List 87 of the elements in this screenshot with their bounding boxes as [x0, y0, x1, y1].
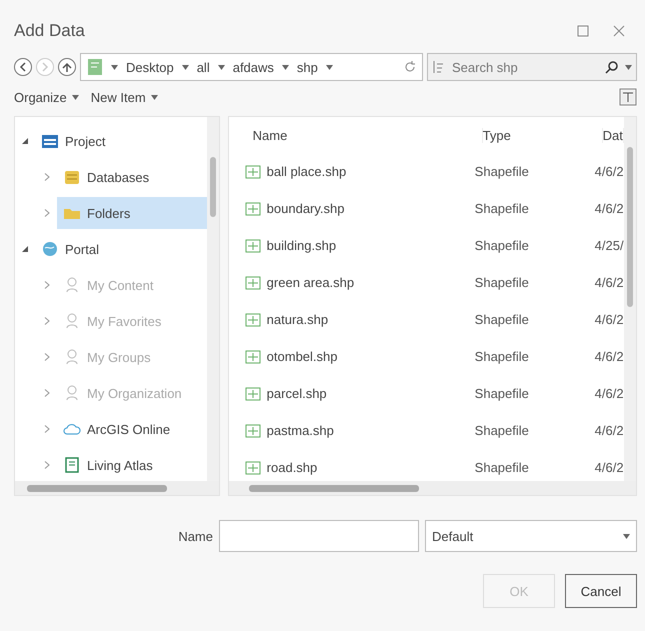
dialog-button[interactable]: Cancel: [565, 574, 637, 608]
book-icon: [63, 456, 81, 474]
column-header[interactable]: Name: [252, 128, 483, 142]
caret-icon[interactable]: [182, 64, 189, 70]
search-bar[interactable]: Search shp: [427, 53, 637, 81]
shapefile-icon: [244, 386, 261, 402]
caret-icon[interactable]: [282, 64, 289, 70]
shapefile-icon: [244, 200, 261, 216]
sort-icon: [432, 60, 444, 74]
caret-icon[interactable]: [111, 64, 118, 70]
caret-icon[interactable]: [72, 94, 79, 100]
table-cell-text: Shapefile: [474, 349, 530, 364]
table-cell: 4/6/2: [594, 312, 624, 327]
caret-icon[interactable]: [150, 94, 158, 100]
table-cell-text: Shapefile: [474, 275, 530, 290]
scrollbar[interactable]: [206, 117, 219, 481]
database-icon: [63, 168, 81, 186]
search-icon[interactable]: [605, 60, 619, 74]
maximize-icon: [577, 25, 589, 37]
file-name[interactable]: road.shp: [244, 460, 475, 476]
table-cell: 4/6/2: [594, 275, 624, 290]
shapefile-icon: [244, 460, 261, 476]
scrollbar[interactable]: [624, 117, 636, 481]
shapefile-icon: [244, 312, 261, 328]
caret-icon[interactable]: [623, 534, 630, 538]
toolbar-menu[interactable]: Organize: [14, 90, 79, 104]
toolbar-menu[interactable]: New Item: [90, 90, 158, 104]
globe-icon: [41, 240, 59, 258]
path-segment[interactable]: afdaws: [232, 60, 274, 74]
table-cell-text: Shapefile: [474, 238, 530, 253]
file-name[interactable]: building.shp: [244, 238, 475, 254]
project-icon: [41, 132, 59, 150]
tree-item[interactable]: ArcGIS Online: [57, 413, 207, 445]
name-field[interactable]: [219, 520, 419, 552]
shapefile-icon: [244, 238, 261, 254]
shapefile-icon: [244, 164, 261, 180]
computer-icon: [87, 58, 103, 76]
up-arrow-icon: [62, 62, 72, 72]
path-segment[interactable]: shp: [296, 60, 318, 74]
path-segment[interactable]: Desktop: [126, 60, 174, 74]
file-name[interactable]: pastma.shp: [244, 422, 475, 438]
caret-icon[interactable]: [326, 64, 333, 70]
name-label: Name: [178, 528, 213, 544]
collapse-arrow-icon[interactable]: [21, 137, 29, 145]
tree-item[interactable]: Project: [35, 125, 207, 157]
tree-item[interactable]: Portal: [35, 233, 207, 265]
filter-dropdown[interactable]: Default: [425, 520, 637, 552]
tree-item[interactable]: Folders: [57, 197, 207, 229]
caret-icon[interactable]: [625, 64, 632, 70]
table-cell-text: Shapefile: [474, 312, 530, 327]
window-title: Add Data: [14, 21, 86, 41]
file-name[interactable]: otombel.shp: [244, 348, 475, 364]
file-name[interactable]: green area.shp: [244, 274, 475, 290]
file-name[interactable]: ball place.shp: [244, 164, 475, 180]
table-cell-text: Shapefile: [474, 460, 530, 475]
table-cell: 4/6/2: [594, 349, 624, 364]
path-segment[interactable]: all: [196, 60, 210, 74]
table-cell-text: Shapefile: [474, 423, 530, 438]
search-field[interactable]: Search shp: [450, 58, 599, 76]
tree-item[interactable]: Databases: [57, 161, 207, 193]
table-cell: 4/6/2: [594, 164, 624, 179]
scrollbar[interactable]: [228, 481, 636, 495]
back-button[interactable]: [14, 58, 32, 76]
file-name[interactable]: natura.shp: [244, 312, 475, 328]
close-icon: [613, 25, 625, 37]
view-icon[interactable]: [619, 88, 637, 106]
table-cell: 4/6/2: [594, 201, 624, 216]
tree-item[interactable]: Living Atlas: [57, 449, 207, 481]
file-name[interactable]: boundary.shp: [244, 200, 475, 216]
scrollbar[interactable]: [15, 481, 219, 495]
table-cell-text: Shapefile: [474, 201, 530, 216]
table-cell: 4/6/2: [594, 386, 624, 401]
file-name[interactable]: parcel.shp: [244, 386, 475, 402]
table-cell: 4/6/2: [594, 423, 624, 438]
table-cell-text: Shapefile: [474, 164, 530, 179]
caret-icon[interactable]: [218, 64, 225, 70]
table-cell: 4/6/2: [594, 460, 624, 475]
refresh-icon[interactable]: [404, 60, 416, 74]
collapse-arrow-icon[interactable]: [21, 245, 29, 253]
up-button[interactable]: [58, 58, 76, 76]
path-bar[interactable]: Desktop all afdaws shp: [80, 53, 423, 81]
shapefile-icon: [244, 348, 261, 364]
table-cell-text: Shapefile: [474, 386, 530, 401]
table-cell: 4/25/: [594, 238, 624, 253]
column-header[interactable]: Type: [482, 128, 603, 142]
shapefile-icon: [244, 274, 261, 290]
shapefile-icon: [244, 422, 261, 438]
